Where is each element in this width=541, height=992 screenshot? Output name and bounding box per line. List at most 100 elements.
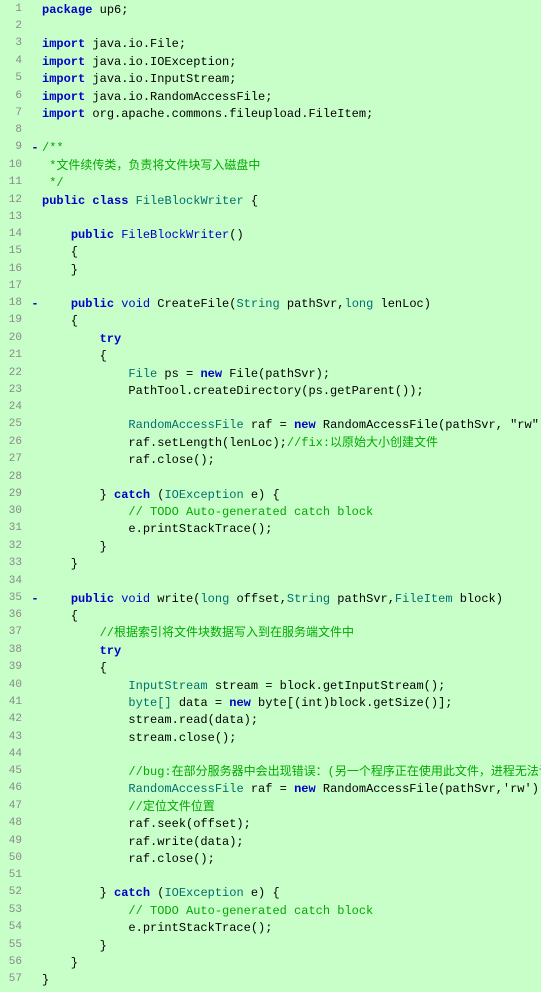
line-number: 54 [0,920,28,936]
line-text: //根据索引将文件块数据写入到在服务端文件中 [42,625,541,642]
line-text: public void write(long offset,String pat… [42,591,541,608]
line-text: { [42,608,541,625]
code-line: 35- public void write(long offset,String… [0,591,541,608]
code-line: 20 try [0,331,541,348]
code-line: 29 } catch (IOException e) { [0,487,541,504]
line-number: 10 [0,158,28,174]
line-text: //定位文件位置 [42,799,541,816]
line-text: } [42,938,541,955]
code-line: 54 e.printStackTrace(); [0,920,541,937]
line-text: try [42,643,541,660]
line-number: 30 [0,504,28,520]
code-line: 33 } [0,556,541,573]
line-text: // TODO Auto-generated catch block [42,504,541,521]
line-number: 34 [0,574,28,590]
line-text: raf.close(); [42,452,541,469]
line-text: RandomAccessFile raf = new RandomAccessF… [42,417,541,434]
line-text: e.printStackTrace(); [42,521,541,538]
line-text: raf.write(data); [42,834,541,851]
line-number: 29 [0,487,28,503]
line-number: 43 [0,730,28,746]
line-number: 9 [0,140,28,156]
line-number: 5 [0,71,28,87]
code-line: 27 raf.close(); [0,452,541,469]
code-line: 44 [0,747,541,764]
code-line: 14 public FileBlockWriter() [0,227,541,244]
line-text: public void CreateFile(String pathSvr,lo… [42,296,541,313]
code-line: 12 public class FileBlockWriter { [0,193,541,210]
line-number: 49 [0,834,28,850]
line-number: 12 [0,193,28,209]
line-text: File ps = new File(pathSvr); [42,366,541,383]
line-number: 24 [0,400,28,416]
line-text: { [42,660,541,677]
line-text: { [42,313,541,330]
code-line: 40 InputStream stream = block.getInputSt… [0,678,541,695]
code-line: 30 // TODO Auto-generated catch block [0,504,541,521]
code-line: 22 File ps = new File(pathSvr); [0,366,541,383]
line-number: 41 [0,695,28,711]
line-collapse[interactable]: - [28,591,42,608]
code-line: 36 { [0,608,541,625]
line-number: 40 [0,678,28,694]
code-line: 46 RandomAccessFile raf = new RandomAcce… [0,781,541,798]
line-text: } catch (IOException e) { [42,885,541,902]
line-collapse[interactable]: - [28,140,42,157]
code-line: 26 raf.setLength(lenLoc);//fix:以原始大小创建文件 [0,435,541,452]
code-line: 15 { [0,244,541,261]
line-text: } [42,955,541,972]
line-text: } [42,539,541,556]
line-number: 48 [0,816,28,832]
code-line: 2 [0,19,541,36]
line-number: 52 [0,885,28,901]
line-number: 33 [0,556,28,572]
line-number: 39 [0,660,28,676]
code-line: 1package up6; [0,2,541,19]
line-text: import java.io.RandomAccessFile; [42,89,541,106]
line-text: e.printStackTrace(); [42,920,541,937]
line-number: 13 [0,210,28,226]
code-line: 50 raf.close(); [0,851,541,868]
code-line: 41 byte[] data = new byte[(int)block.get… [0,695,541,712]
line-number: 20 [0,331,28,347]
line-number: 15 [0,244,28,260]
code-line: 11 */ [0,175,541,192]
code-line: 18- public void CreateFile(String pathSv… [0,296,541,313]
code-line: 13 [0,210,541,227]
line-number: 25 [0,417,28,433]
code-line: 23 PathTool.createDirectory(ps.getParent… [0,383,541,400]
line-collapse[interactable]: - [28,296,42,313]
line-number: 36 [0,608,28,624]
line-text: package up6; [42,2,541,19]
line-number: 51 [0,868,28,884]
code-line: 16 } [0,262,541,279]
code-line: 3import java.io.File; [0,36,541,53]
line-text: raf.seek(offset); [42,816,541,833]
line-number: 11 [0,175,28,191]
line-number: 14 [0,227,28,243]
code-line: 56 } [0,955,541,972]
line-number: 27 [0,452,28,468]
line-text: import java.io.IOException; [42,54,541,71]
line-number: 17 [0,279,28,295]
line-text: raf.close(); [42,851,541,868]
code-line: 48 raf.seek(offset); [0,816,541,833]
line-text: try [42,331,541,348]
line-number: 18 [0,296,28,312]
line-number: 42 [0,712,28,728]
line-number: 22 [0,366,28,382]
code-line: 5import java.io.InputStream; [0,71,541,88]
line-number: 6 [0,89,28,105]
code-line: 8 [0,123,541,140]
code-line: 45 //bug:在部分服务器中会出现错误：(另一个程序正在使用此文件，进程无法… [0,764,541,781]
line-text: public class FileBlockWriter { [42,193,541,210]
code-line: 47 //定位文件位置 [0,799,541,816]
line-text: // TODO Auto-generated catch block [42,903,541,920]
line-text: } [42,556,541,573]
line-text: stream.close(); [42,730,541,747]
line-text: raf.setLength(lenLoc);//fix:以原始大小创建文件 [42,435,541,452]
line-number: 37 [0,625,28,641]
line-text: public FileBlockWriter() [42,227,541,244]
line-number: 32 [0,539,28,555]
code-editor: 1package up6;23import java.io.File;4impo… [0,0,541,992]
